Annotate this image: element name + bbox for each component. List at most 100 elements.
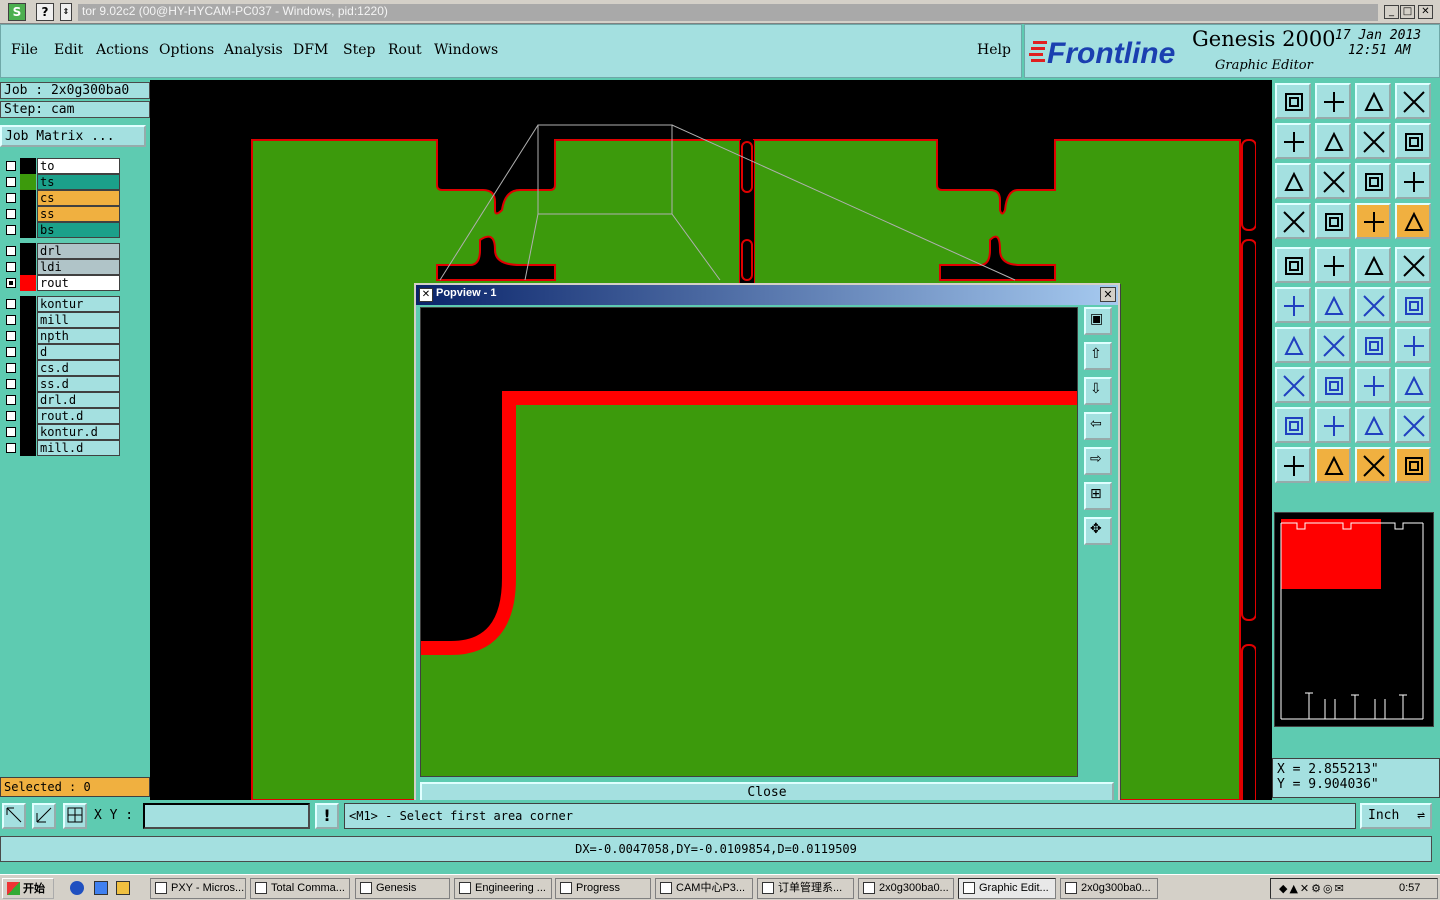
zoom-fit-button[interactable] bbox=[1275, 163, 1311, 199]
circle-button[interactable] bbox=[1395, 247, 1431, 283]
layer-row-rout-d[interactable]: rout.d bbox=[2, 408, 120, 424]
layer-row-ss[interactable]: ss bbox=[2, 206, 120, 222]
menu-file[interactable]: File bbox=[11, 42, 38, 58]
zoom-home-button[interactable] bbox=[1275, 83, 1311, 119]
job-matrix-button[interactable]: Job Matrix ... bbox=[0, 125, 146, 147]
zoom-center-button[interactable] bbox=[1315, 163, 1351, 199]
layer-row-drl[interactable]: drl bbox=[2, 243, 120, 259]
menu-options[interactable]: Options bbox=[159, 42, 214, 58]
query-button[interactable] bbox=[1395, 163, 1431, 199]
line-button[interactable] bbox=[1315, 327, 1351, 363]
pan-right-button[interactable]: ⇨ bbox=[1084, 447, 1112, 475]
layer-name[interactable]: drl bbox=[37, 243, 120, 259]
layer-row-ts[interactable]: ts bbox=[2, 174, 120, 190]
layer-row-bs[interactable]: bs bbox=[2, 222, 120, 238]
layer-name[interactable]: cs bbox=[37, 190, 120, 206]
snap-button[interactable] bbox=[1355, 367, 1391, 403]
triangle-button[interactable] bbox=[1275, 407, 1311, 443]
copy-button[interactable] bbox=[1395, 367, 1431, 403]
layer-name[interactable]: d bbox=[37, 344, 120, 360]
arc-button[interactable] bbox=[1355, 327, 1391, 363]
menu-help[interactable]: Help bbox=[977, 42, 1011, 58]
select-red-button[interactable] bbox=[1355, 203, 1391, 239]
layer-row-rout[interactable]: rout bbox=[2, 275, 120, 291]
menu-windows[interactable]: Windows bbox=[434, 42, 498, 58]
layer-name[interactable]: npth bbox=[37, 328, 120, 344]
popview-titlebar[interactable]: ✕ Popview - 1 ✕ bbox=[416, 285, 1118, 305]
popview-close-icon[interactable]: ✕ bbox=[1100, 287, 1116, 302]
key-button[interactable] bbox=[1315, 203, 1351, 239]
scroll-icon[interactable]: ⇕ bbox=[60, 3, 72, 21]
layer-checkbox[interactable] bbox=[6, 395, 16, 405]
taskbar-item[interactable]: Graphic Edit... bbox=[958, 878, 1056, 899]
center-button[interactable]: ✥ bbox=[1084, 517, 1112, 545]
layer-checkbox[interactable] bbox=[6, 177, 16, 187]
cross-button[interactable] bbox=[1315, 287, 1351, 323]
zoom-out-button[interactable]: ⇩ bbox=[1084, 377, 1112, 405]
pan-left-button[interactable] bbox=[1275, 123, 1311, 159]
pan-right-button[interactable] bbox=[1315, 123, 1351, 159]
layer-name[interactable]: ts bbox=[37, 174, 120, 190]
fit-text-button[interactable] bbox=[1395, 327, 1431, 363]
taskbar-item[interactable]: 订单管理系... bbox=[757, 878, 854, 899]
node-add-button[interactable] bbox=[1355, 287, 1391, 323]
units-selector[interactable]: Inch ⇌ bbox=[1360, 803, 1432, 829]
layer-checkbox[interactable] bbox=[6, 262, 16, 272]
zoom-in-button[interactable]: ⇧ bbox=[1084, 342, 1112, 370]
zoom-extents-button[interactable]: ⊞ bbox=[1084, 482, 1112, 510]
taskbar-item[interactable]: PXY - Micros... bbox=[150, 878, 246, 899]
menu-edit[interactable]: Edit bbox=[54, 42, 83, 58]
layer-row-cs[interactable]: cs bbox=[2, 190, 120, 206]
taskbar-item[interactable]: Progress bbox=[555, 878, 651, 899]
angle-button[interactable] bbox=[1275, 327, 1311, 363]
fit-window-button[interactable] bbox=[1395, 83, 1431, 119]
app-icon[interactable]: S bbox=[8, 3, 26, 21]
layer-checkbox[interactable] bbox=[6, 411, 16, 421]
help-question-button[interactable]: ? bbox=[36, 3, 54, 21]
redraw-button[interactable] bbox=[1395, 123, 1431, 159]
menu-analysis[interactable]: Analysis bbox=[224, 42, 283, 58]
layer-checkbox[interactable] bbox=[6, 193, 16, 203]
zoom-in-button[interactable] bbox=[1315, 83, 1351, 119]
pad-button[interactable] bbox=[1275, 367, 1311, 403]
layer-name[interactable]: bs bbox=[37, 222, 120, 238]
layer-row-npth[interactable]: npth bbox=[2, 328, 120, 344]
menu-rout[interactable]: Rout bbox=[388, 42, 422, 58]
layer-row-mill-d[interactable]: mill.d bbox=[2, 440, 120, 456]
layer-row-d[interactable]: d bbox=[2, 344, 120, 360]
layer-checkbox[interactable] bbox=[6, 299, 16, 309]
triangle-up-button[interactable] bbox=[1355, 407, 1391, 443]
area-button[interactable] bbox=[1315, 247, 1351, 283]
layer-name[interactable]: mill.d bbox=[37, 440, 120, 456]
pointer-rotate-button[interactable] bbox=[1355, 447, 1391, 483]
layer-row-cs-d[interactable]: cs.d bbox=[2, 360, 120, 376]
layer-checkbox[interactable] bbox=[6, 209, 16, 219]
start-button[interactable]: 开始 bbox=[2, 878, 54, 899]
one-to-two-button[interactable] bbox=[1355, 163, 1391, 199]
layer-checkbox[interactable] bbox=[6, 278, 16, 288]
layer-row-mill[interactable]: mill bbox=[2, 312, 120, 328]
taskbar-item[interactable]: Genesis bbox=[355, 878, 450, 899]
layer-name[interactable]: ss bbox=[37, 206, 120, 222]
taskbar-item[interactable]: CAM中心P3... bbox=[655, 878, 753, 899]
maximize-button[interactable]: □ bbox=[1400, 5, 1415, 19]
layer-name[interactable]: to bbox=[37, 158, 120, 174]
layer-name[interactable]: kontur.d bbox=[37, 424, 120, 440]
layer-row-kontur-d[interactable]: kontur.d bbox=[2, 424, 120, 440]
layer-name[interactable]: cs.d bbox=[37, 360, 120, 376]
taskbar-item[interactable]: Engineering ... bbox=[454, 878, 552, 899]
grid-tool-button[interactable] bbox=[63, 803, 87, 829]
taskbar-item[interactable]: Total Comma... bbox=[250, 878, 350, 899]
layer-checkbox[interactable] bbox=[6, 246, 16, 256]
taskbar-item[interactable]: 2x0g300ba0... bbox=[858, 878, 954, 899]
taskbar-item[interactable]: 2x0g300ba0... bbox=[1060, 878, 1158, 899]
overview-map[interactable] bbox=[1274, 512, 1434, 727]
menu-actions[interactable]: Actions bbox=[96, 42, 149, 58]
zoom-back-button[interactable] bbox=[1355, 123, 1391, 159]
layer-settings-button[interactable] bbox=[1275, 203, 1311, 239]
delete-line-button[interactable] bbox=[1315, 367, 1351, 403]
layer-name[interactable]: kontur bbox=[37, 296, 120, 312]
layer-name[interactable]: drl.d bbox=[37, 392, 120, 408]
layer-row-to[interactable]: to bbox=[2, 158, 120, 174]
tray-icons[interactable]: ◆▲✕⚙◎✉ bbox=[1279, 882, 1346, 895]
